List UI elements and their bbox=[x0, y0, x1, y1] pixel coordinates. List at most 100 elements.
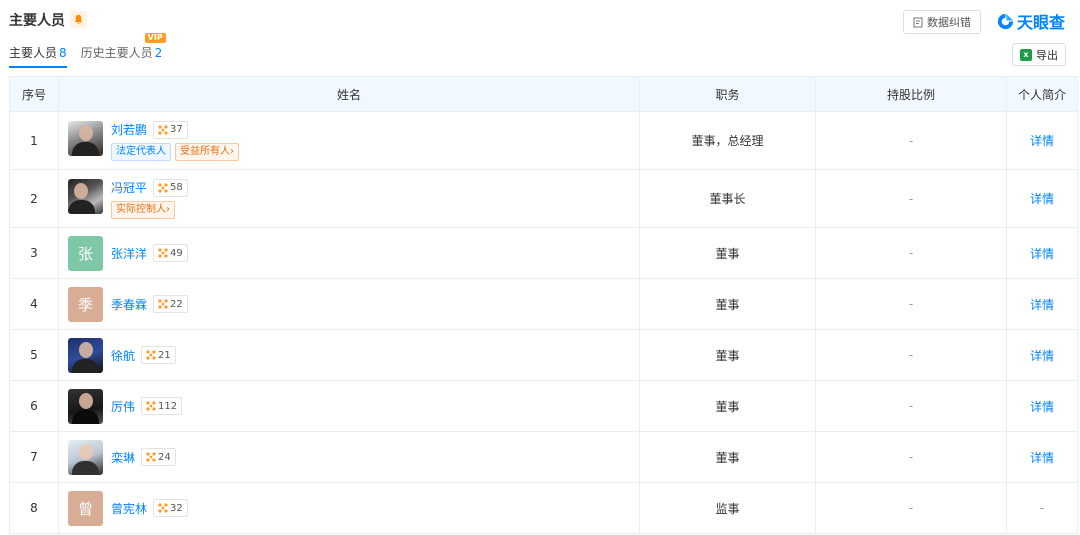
header-index: 序号 bbox=[9, 76, 59, 112]
avatar-photo[interactable] bbox=[68, 439, 103, 475]
person-name-link[interactable]: 张洋洋 bbox=[111, 245, 147, 262]
relation-count-button[interactable]: 49 bbox=[153, 244, 188, 262]
table-row: 5 徐航 21 董事 - 详情 bbox=[9, 329, 1078, 381]
detail-link[interactable]: 详情 bbox=[1006, 329, 1078, 381]
export-label: 导出 bbox=[1036, 48, 1058, 62]
table-row: 7 栾琳 24 董事 - 详情 bbox=[9, 431, 1078, 483]
table-row: 4 季 季春霖 22 董事 - 详情 bbox=[9, 278, 1078, 330]
bell-icon[interactable] bbox=[70, 11, 87, 28]
excel-icon: x bbox=[1020, 48, 1032, 61]
relation-count: 37 bbox=[170, 124, 183, 135]
table-row: 3 张 张洋洋 49 董事 - 详情 bbox=[9, 227, 1078, 279]
row-index: 2 bbox=[9, 169, 59, 228]
relation-graph-icon bbox=[158, 299, 168, 309]
relation-count: 112 bbox=[158, 400, 178, 412]
header-position: 职务 bbox=[639, 76, 816, 112]
detail-link[interactable]: 详情 bbox=[1006, 380, 1078, 432]
relation-count-button[interactable]: 22 bbox=[153, 295, 188, 313]
person-name-link[interactable]: 徐航 bbox=[111, 347, 135, 364]
relation-count: 32 bbox=[170, 502, 183, 514]
relation-count: 21 bbox=[158, 349, 171, 361]
table-header-row: 序号 姓名 职务 持股比例 个人简介 bbox=[9, 76, 1078, 112]
data-correction-button[interactable]: 数据纠错 bbox=[903, 10, 981, 34]
relation-count: 49 bbox=[170, 247, 183, 259]
table-row: 1 刘若鹏 37 法定代表人 受益所有人› 董事，总经理 - 详情 bbox=[9, 111, 1078, 170]
tab-count: 8 bbox=[59, 46, 67, 60]
detail-link[interactable]: 详情 bbox=[1006, 431, 1078, 483]
person-name-link[interactable]: 曾宪林 bbox=[111, 500, 147, 517]
avatar-initial[interactable]: 曾 bbox=[68, 490, 103, 526]
avatar-photo[interactable] bbox=[68, 178, 103, 214]
person-name-link[interactable]: 栾琳 bbox=[111, 449, 135, 466]
person-name-link[interactable]: 厉伟 bbox=[111, 398, 135, 415]
position-cell: 监事 bbox=[639, 482, 816, 534]
position-cell: 董事 bbox=[639, 227, 816, 279]
avatar-photo[interactable] bbox=[68, 337, 103, 373]
row-index: 7 bbox=[9, 431, 59, 483]
person-name-link[interactable]: 季春霖 bbox=[111, 296, 147, 313]
table-row: 6 厉伟 112 董事 - 详情 bbox=[9, 380, 1078, 432]
detail-link[interactable]: 详情 bbox=[1006, 278, 1078, 330]
header-share-ratio: 持股比例 bbox=[815, 76, 1007, 112]
row-index: 3 bbox=[9, 227, 59, 279]
position-cell: 董事 bbox=[639, 329, 816, 381]
relation-graph-icon bbox=[158, 182, 168, 193]
share-ratio-cell: - bbox=[815, 329, 1007, 381]
relation-graph-icon bbox=[146, 350, 156, 360]
share-ratio-cell: - bbox=[815, 431, 1007, 483]
relation-graph-icon bbox=[146, 401, 156, 411]
vip-badge: VIP bbox=[144, 33, 166, 43]
detail-link[interactable]: 详情 bbox=[1006, 227, 1078, 279]
relation-count-button[interactable]: 32 bbox=[153, 499, 188, 517]
person-name-link[interactable]: 刘若鹏 bbox=[111, 121, 147, 138]
row-index: 5 bbox=[9, 329, 59, 381]
relation-count: 22 bbox=[170, 298, 183, 310]
avatar-initial[interactable]: 张 bbox=[68, 235, 103, 271]
relation-count-button[interactable]: 24 bbox=[141, 448, 176, 466]
tab-label: 主要人员 bbox=[9, 46, 58, 60]
person-name-link[interactable]: 冯冠平 bbox=[111, 179, 147, 196]
logo-text: 天眼查 bbox=[1017, 13, 1066, 32]
legal-representative-tag: 法定代表人 bbox=[111, 142, 171, 161]
share-ratio-cell: - bbox=[815, 169, 1007, 228]
row-index: 4 bbox=[9, 278, 59, 330]
share-ratio-cell: - bbox=[815, 380, 1007, 432]
relation-count-button[interactable]: 112 bbox=[141, 397, 183, 415]
tab-label: 历史主要人员 bbox=[80, 46, 153, 60]
avatar-initial[interactable]: 季 bbox=[68, 286, 103, 322]
section-title: 主要人员 bbox=[9, 13, 65, 29]
relation-graph-icon bbox=[158, 124, 168, 135]
position-cell: 董事，总经理 bbox=[639, 111, 816, 170]
relation-count-button[interactable]: 21 bbox=[141, 346, 176, 364]
position-cell: 董事 bbox=[639, 380, 816, 432]
avatar-photo[interactable] bbox=[68, 120, 103, 156]
tab-bar: 主要人员 8 VIP 历史主要人员 2 bbox=[9, 33, 166, 68]
relation-count-button[interactable]: 58 bbox=[153, 178, 188, 197]
tab-current-staff[interactable]: 主要人员 8 bbox=[9, 44, 67, 68]
relation-count-button[interactable]: 37 bbox=[153, 120, 188, 139]
share-ratio-cell: - bbox=[815, 111, 1007, 170]
relation-graph-icon bbox=[158, 503, 168, 513]
share-ratio-cell: - bbox=[815, 278, 1007, 330]
detail-link[interactable]: 详情 bbox=[1006, 169, 1078, 228]
share-ratio-cell: - bbox=[815, 227, 1007, 279]
relation-graph-icon bbox=[146, 452, 156, 462]
export-button[interactable]: x 导出 bbox=[1012, 43, 1066, 66]
beneficial-owner-tag[interactable]: 受益所有人› bbox=[175, 142, 239, 161]
relation-count: 58 bbox=[170, 182, 183, 193]
detail-link[interactable]: 详情 bbox=[1006, 111, 1078, 170]
relation-graph-icon bbox=[158, 248, 168, 258]
avatar-photo[interactable] bbox=[68, 388, 103, 424]
data-correction-label: 数据纠错 bbox=[927, 16, 971, 29]
logo-icon bbox=[997, 13, 1014, 29]
row-index: 8 bbox=[9, 482, 59, 534]
position-cell: 董事 bbox=[639, 431, 816, 483]
actual-controller-tag[interactable]: 实际控制人› bbox=[111, 200, 175, 219]
tab-count: 2 bbox=[154, 46, 163, 60]
header-bio: 个人简介 bbox=[1006, 76, 1078, 112]
row-index: 6 bbox=[9, 380, 59, 432]
staff-table: 序号 姓名 职务 持股比例 个人简介 1 刘若鹏 37 法定代表人 受益所有人›… bbox=[9, 76, 1078, 534]
tab-history-staff[interactable]: VIP 历史主要人员 2 bbox=[80, 33, 166, 68]
position-cell: 董事长 bbox=[639, 169, 816, 228]
header-name: 姓名 bbox=[58, 76, 640, 112]
